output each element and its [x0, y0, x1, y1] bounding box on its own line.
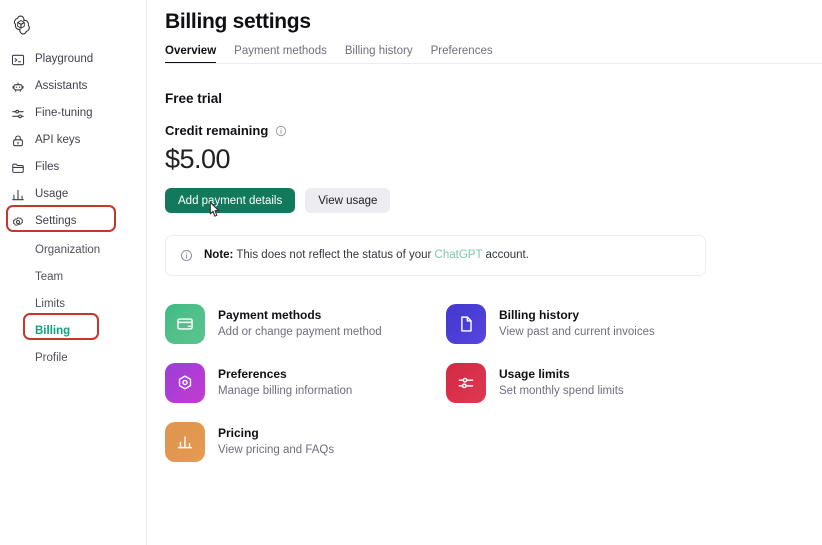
sidebar-subitem-label: Organization: [35, 243, 101, 256]
sidebar-subitem-label: Limits: [35, 297, 66, 310]
sidebar-item-label: Assistants: [35, 79, 88, 92]
card-title: Billing history: [499, 308, 580, 323]
main-content: Billing settings Overview Payment method…: [147, 0, 822, 545]
sidebar-item-assistants[interactable]: Assistants: [0, 73, 146, 100]
sidebar-nav-list: Playground Assistants Fine-tuning API ke…: [0, 46, 146, 235]
tab-label: Payment methods: [234, 45, 327, 57]
tab-label: Preferences: [430, 45, 493, 57]
credit-card-icon: [165, 303, 205, 344]
card-preferences[interactable]: Preferences Manage billing information: [165, 362, 446, 403]
sidebar-item-api-keys[interactable]: API keys: [0, 127, 146, 154]
sidebar-item-label: Settings: [35, 214, 77, 227]
sidebar-item-organization[interactable]: Organization: [0, 236, 146, 263]
card-billing-history[interactable]: Billing history View past and current in…: [446, 303, 727, 344]
sidebar-item-label: Usage: [35, 187, 69, 200]
note-text: Note: This does not reflect the status o…: [204, 248, 529, 263]
card-description: View pricing and FAQs: [218, 443, 335, 456]
plan-title: Free trial: [165, 91, 223, 106]
sidebar-subitem-label: Billing: [35, 324, 71, 337]
credit-remaining-label: Credit remaining: [165, 123, 269, 138]
brand-logo-wrap[interactable]: [0, 8, 146, 46]
tab-overview[interactable]: Overview: [165, 45, 217, 64]
settings-card-grid: Payment methods Add or change payment me…: [165, 303, 794, 462]
sidebar-item-files[interactable]: Files: [0, 154, 146, 181]
tab-bar-divider: [165, 63, 822, 64]
robot-icon: [11, 80, 25, 94]
tab-bar: Overview Payment methods Billing history…: [165, 45, 822, 64]
view-usage-button[interactable]: View usage: [305, 188, 391, 214]
page-title: Billing settings: [165, 10, 311, 33]
card-description: Manage billing information: [218, 384, 353, 397]
tab-payment-methods[interactable]: Payment methods: [234, 45, 327, 64]
document-icon: [446, 303, 486, 344]
sliders-icon: [446, 362, 486, 403]
tab-label: Overview: [165, 45, 217, 57]
sidebar-subitem-label: Profile: [35, 351, 68, 364]
folder-icon: [11, 161, 25, 175]
sidebar-subnav-list: Organization Team Limits Billing Profile: [0, 236, 146, 371]
card-description: Set monthly spend limits: [499, 384, 624, 397]
sidebar-item-team[interactable]: Team: [0, 263, 146, 290]
app-root: Playground Assistants Fine-tuning API ke…: [0, 0, 822, 545]
bar-chart-icon: [165, 421, 205, 462]
sidebar-item-profile[interactable]: Profile: [0, 344, 146, 371]
sliders-icon: [11, 107, 25, 121]
card-title: Preferences: [218, 367, 287, 382]
sidebar-subitem-label: Team: [35, 270, 64, 283]
card-description: Add or change payment method: [218, 325, 382, 338]
sidebar-item-usage[interactable]: Usage: [0, 181, 146, 208]
sidebar-item-fine-tuning[interactable]: Fine-tuning: [0, 100, 146, 127]
sidebar-item-label: Fine-tuning: [35, 106, 93, 119]
credit-amount: $5.00: [165, 144, 231, 174]
sidebar: Playground Assistants Fine-tuning API ke…: [0, 0, 147, 545]
card-description: View past and current invoices: [499, 325, 655, 338]
gear-hex-icon: [165, 362, 205, 403]
sidebar-item-label: Playground: [35, 52, 94, 65]
terminal-icon: [11, 53, 25, 67]
sidebar-item-billing[interactable]: Billing: [0, 317, 146, 344]
card-usage-limits[interactable]: Usage limits Set monthly spend limits: [446, 362, 727, 403]
card-pricing[interactable]: Pricing View pricing and FAQs: [165, 421, 446, 462]
credit-remaining-row: Credit remaining: [165, 123, 794, 138]
sidebar-item-playground[interactable]: Playground: [0, 46, 146, 73]
bar-chart-icon: [11, 188, 25, 202]
add-payment-details-button[interactable]: Add payment details: [165, 188, 296, 214]
tab-preferences[interactable]: Preferences: [431, 45, 493, 64]
sidebar-item-label: Files: [35, 160, 60, 173]
sidebar-item-label: API keys: [35, 133, 81, 146]
info-circle-icon: [180, 249, 193, 262]
card-title: Pricing: [218, 426, 259, 441]
note-text-before: This does not reflect the status of your: [233, 249, 435, 262]
note-bold-prefix: Note:: [204, 249, 234, 262]
note-banner: Note: This does not reflect the status o…: [165, 235, 706, 276]
note-text-after: account.: [482, 249, 529, 262]
card-title: Payment methods: [218, 308, 322, 323]
card-title: Usage limits: [499, 367, 570, 382]
chatgpt-link[interactable]: ChatGPT: [435, 249, 483, 261]
sidebar-item-settings[interactable]: Settings: [0, 208, 146, 235]
action-button-row: Add payment details View usage: [165, 188, 794, 217]
tab-label: Billing history: [344, 45, 413, 57]
gear-icon: [11, 215, 25, 229]
info-circle-icon[interactable]: [275, 125, 287, 137]
openai-logo: [14, 15, 30, 35]
card-payment-methods[interactable]: Payment methods Add or change payment me…: [165, 303, 446, 344]
lock-icon: [11, 134, 25, 148]
tab-billing-history[interactable]: Billing history: [345, 45, 413, 64]
sidebar-item-limits[interactable]: Limits: [0, 290, 146, 317]
